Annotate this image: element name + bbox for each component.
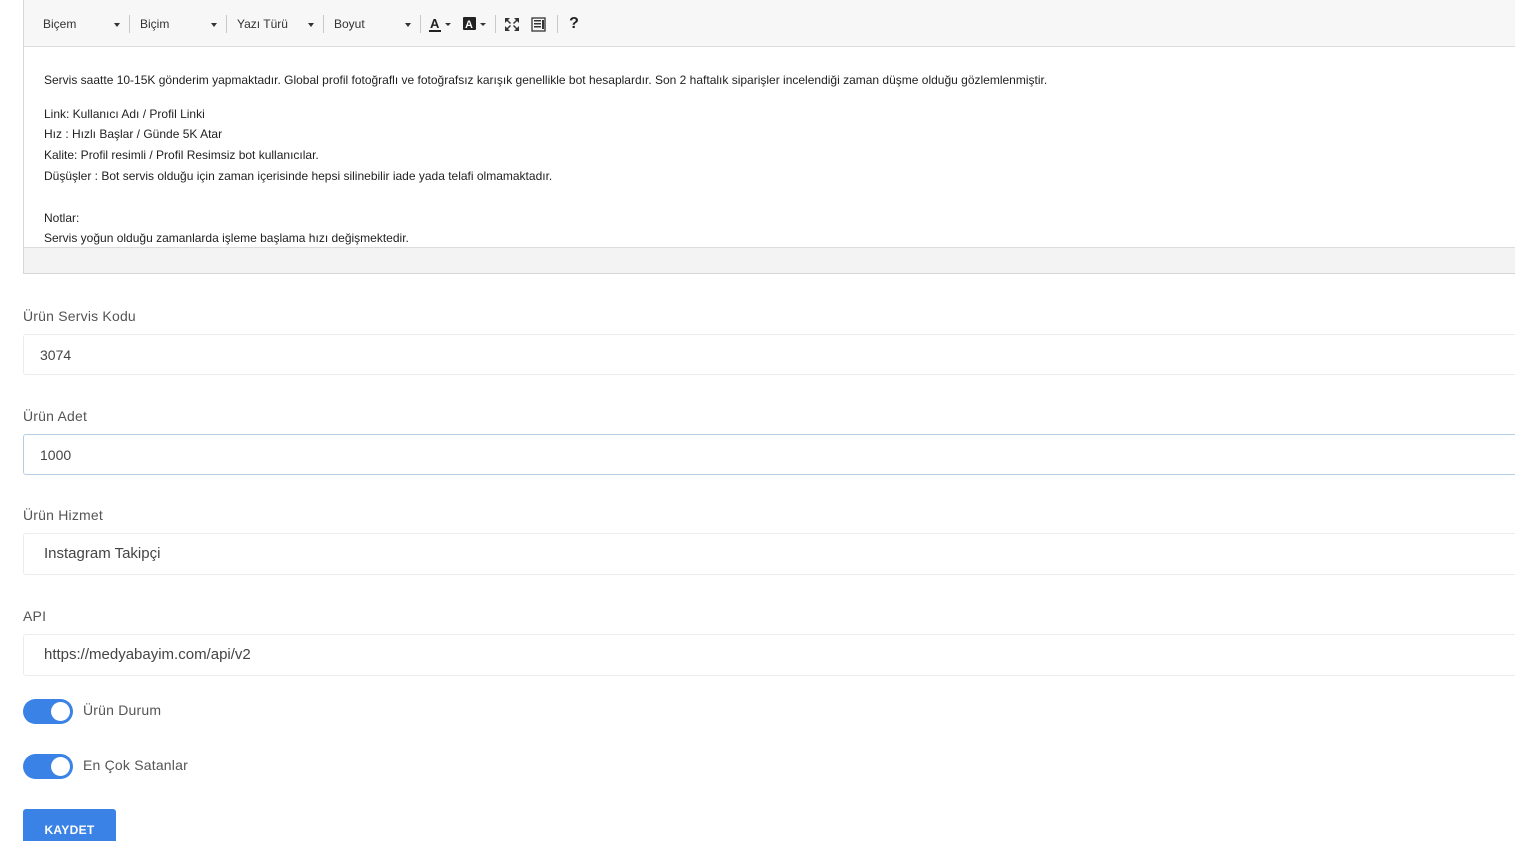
bestseller-toggle[interactable] bbox=[23, 754, 73, 779]
fullscreen-button[interactable] bbox=[503, 13, 521, 35]
api-label: API bbox=[23, 608, 47, 624]
api-select[interactable]: https://medyabayim.com/api/v2 bbox=[23, 634, 1515, 676]
size-dropdown-label: Boyut bbox=[334, 17, 365, 31]
toolbar-divider bbox=[557, 15, 558, 33]
size-dropdown[interactable]: Boyut bbox=[334, 13, 411, 35]
description-link-line: Link: Kullanıcı Adı / Profil Linki bbox=[44, 106, 205, 121]
chevron-down-icon bbox=[308, 23, 314, 27]
chevron-down-icon bbox=[211, 23, 217, 27]
description-speed-line: Hız : Hızlı Başlar / Günde 5K Atar bbox=[44, 127, 223, 142]
font-dropdown[interactable]: Yazı Türü bbox=[237, 13, 314, 35]
service-select[interactable]: Instagram Takipçi bbox=[23, 533, 1515, 575]
svg-text:A: A bbox=[465, 19, 473, 31]
toolbar-divider bbox=[420, 15, 421, 33]
service-select-value: Instagram Takipçi bbox=[44, 545, 161, 562]
format-dropdown[interactable]: Biçim bbox=[140, 13, 217, 35]
toolbar-divider bbox=[323, 15, 324, 33]
description-drops-line: Düşüşler : Bot servis olduğu için zaman … bbox=[44, 168, 553, 183]
status-toggle[interactable] bbox=[23, 699, 73, 724]
toolbar-divider bbox=[129, 15, 130, 33]
quantity-input[interactable] bbox=[23, 434, 1515, 475]
description-intro: Servis saatte 10-15K gönderim yapmaktadı… bbox=[44, 73, 1048, 87]
toolbar-divider bbox=[495, 15, 496, 33]
font-dropdown-label: Yazı Türü bbox=[237, 17, 288, 31]
chevron-down-icon bbox=[405, 23, 411, 27]
service-label: Ürün Hizmet bbox=[23, 507, 103, 523]
help-button[interactable]: ? bbox=[567, 13, 581, 35]
editor-toolbar: Biçem Biçim Yazı Türü Boyut A A ? bbox=[24, 0, 1515, 47]
help-icon: ? bbox=[569, 15, 579, 32]
fullscreen-icon bbox=[505, 18, 519, 31]
chevron-down-icon bbox=[114, 23, 120, 27]
format-dropdown-label: Biçim bbox=[140, 17, 170, 31]
quantity-label: Ürün Adet bbox=[23, 408, 88, 424]
product-edit-page: Biçem Biçim Yazı Türü Boyut A A ? Servis… bbox=[0, 0, 1515, 841]
svg-text:A: A bbox=[430, 16, 440, 31]
toolbar-divider bbox=[226, 15, 227, 33]
toggle-knob bbox=[51, 702, 70, 721]
font-color-button[interactable]: A bbox=[428, 13, 454, 35]
editor-content[interactable]: Servis saatte 10-15K gönderim yapmaktadı… bbox=[24, 47, 1515, 247]
save-button[interactable]: KAYDET bbox=[23, 809, 116, 841]
status-toggle-label: Ürün Durum bbox=[83, 702, 162, 718]
code-view-button[interactable] bbox=[530, 13, 548, 35]
service-code-input[interactable] bbox=[23, 334, 1515, 375]
editor-resize-bar[interactable] bbox=[24, 247, 1515, 273]
style-dropdown[interactable]: Biçem bbox=[43, 13, 120, 35]
toggle-knob bbox=[51, 757, 70, 776]
description-editor: Biçem Biçim Yazı Türü Boyut A A ? Servis… bbox=[23, 0, 1515, 274]
font-color-icon: A bbox=[429, 16, 451, 32]
api-select-value: https://medyabayim.com/api/v2 bbox=[44, 646, 251, 663]
bestseller-toggle-label: En Çok Satanlar bbox=[83, 757, 188, 773]
description-quality-line: Kalite: Profil resimli / Profil Resimsiz… bbox=[44, 148, 319, 163]
background-color-button[interactable]: A bbox=[461, 13, 489, 35]
notes-title: Notlar: bbox=[44, 210, 80, 225]
code-view-icon bbox=[531, 17, 546, 32]
notes-text: Servis yoğun olduğu zamanlarda işleme ba… bbox=[44, 231, 409, 246]
style-dropdown-label: Biçem bbox=[43, 17, 77, 31]
background-color-icon: A bbox=[463, 17, 486, 31]
service-code-label: Ürün Servis Kodu bbox=[23, 308, 136, 324]
